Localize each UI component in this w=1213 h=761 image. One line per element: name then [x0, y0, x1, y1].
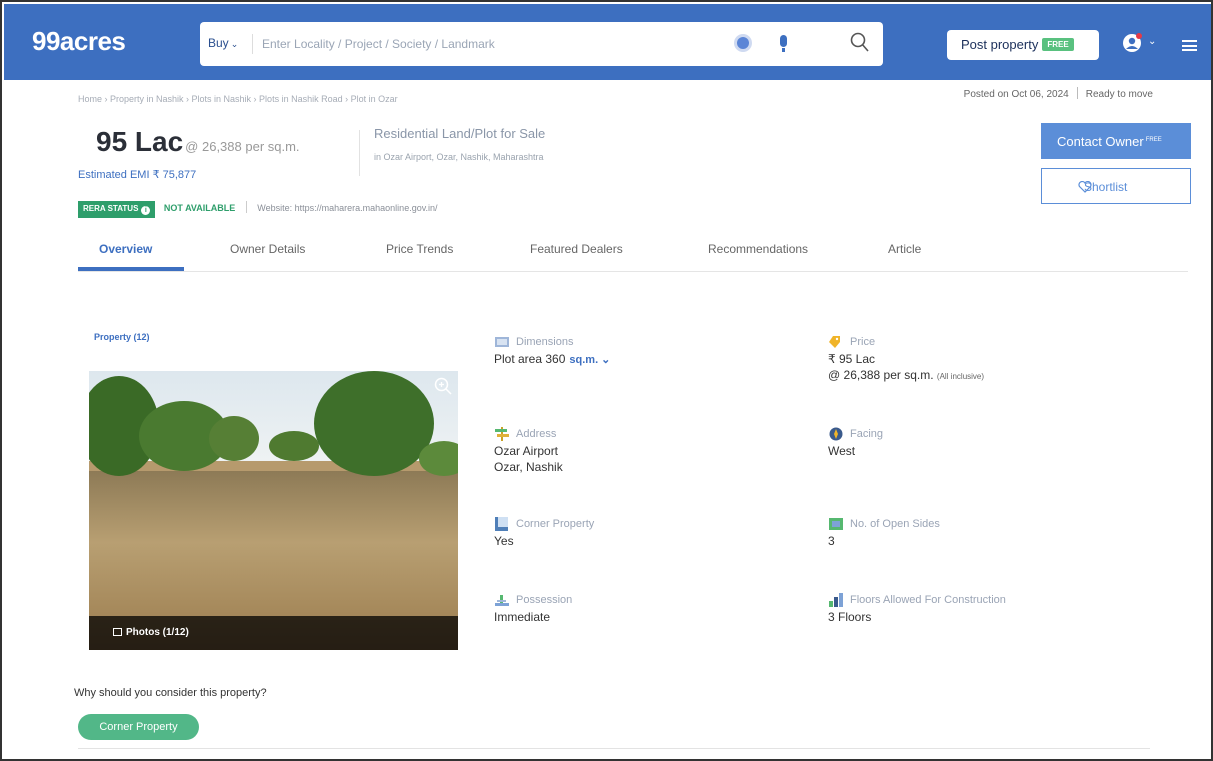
site-logo[interactable]: 99acres: [32, 26, 126, 57]
estimated-emi-link[interactable]: Estimated EMI ₹ 75,877: [78, 168, 196, 181]
tab-overview[interactable]: Overview: [99, 242, 152, 256]
address-line2: Ozar, Nashik: [494, 460, 563, 474]
corner-property-icon: [495, 517, 508, 531]
rera-status-badge[interactable]: RERA STATUS i: [78, 201, 156, 218]
buy-dropdown[interactable]: Buy ⌄: [208, 36, 238, 50]
post-property-label: Post property: [961, 37, 1039, 52]
open-sides-feature: No. of Open Sides 3: [828, 518, 940, 549]
chevron-down-icon: ⌄: [230, 39, 239, 49]
unit-selector[interactable]: sq.m. ⌄: [569, 354, 610, 366]
photos-count-button[interactable]: Photos (1/12): [113, 627, 189, 638]
user-chevron-icon[interactable]: ⌄: [1148, 36, 1156, 47]
contact-owner-button[interactable]: Contact Owner FREE: [1041, 123, 1191, 159]
gallery-icon: [113, 628, 122, 636]
possession-label: Possession: [494, 594, 572, 606]
compass-icon: [829, 427, 843, 441]
dimensions-label: Dimensions: [494, 336, 610, 348]
search-input[interactable]: [262, 35, 682, 53]
price-feature-rate: @ 26,388 per sq.m. (All inclusive): [828, 368, 985, 382]
floors-feature: Floors Allowed For Construction 3 Floors: [828, 593, 1006, 625]
open-sides-value: 3: [828, 534, 835, 548]
floors-icon: [829, 593, 843, 607]
ready-status: Ready to move: [1085, 89, 1153, 100]
corner-property-feature: Corner Property Yes: [494, 517, 594, 549]
hamburger-menu-icon[interactable]: [1182, 40, 1197, 51]
tab-recommendations[interactable]: Recommendations: [708, 242, 808, 256]
dimensions-icon: [495, 337, 509, 347]
facing-value: West: [828, 444, 856, 458]
search-bar: Buy ⌄: [200, 22, 883, 66]
posted-date: Posted on Oct 06, 2024: [963, 89, 1069, 100]
possession-value: Immediate: [494, 610, 551, 624]
price-feature-value: ₹ 95 Lac: [828, 352, 875, 366]
address-line1: Ozar Airport: [494, 444, 559, 458]
address-label: Address: [494, 427, 563, 441]
price-feature: Price ₹ 95 Lac @ 26,388 per sq.m. (All i…: [828, 336, 984, 385]
tab-price-trends[interactable]: Price Trends: [386, 242, 453, 256]
property-photo[interactable]: Photos (1/12): [89, 371, 458, 650]
corner-property-value: Yes: [494, 534, 514, 548]
search-icon[interactable]: [850, 32, 870, 54]
section-divider: [78, 748, 1150, 749]
possession-feature: Possession Immediate: [494, 594, 572, 625]
rera-divider: [245, 201, 247, 213]
dimensions-feature: Dimensions Plot area 360 sq.m. ⌄: [494, 336, 610, 368]
corner-property-label: Corner Property: [494, 517, 594, 531]
free-badge: FREE: [1042, 38, 1074, 51]
photo-tree: [269, 431, 319, 461]
title-divider: [359, 130, 360, 176]
breadcrumb[interactable]: Home › Property in Nashik › Plots in Nas…: [78, 94, 398, 104]
price-line: 95 Lac @ 26,388 per sq.m.: [96, 126, 300, 158]
open-sides-label: No. of Open Sides: [828, 518, 940, 530]
page-frame: 99acres Buy⌄ Post propertyFREE ⌄: [0, 0, 1213, 761]
info-icon: i: [141, 206, 151, 215]
property-count: Property (12): [94, 332, 150, 342]
photo-tree: [314, 371, 434, 476]
tab-article[interactable]: Article: [888, 242, 921, 256]
floors-label: Floors Allowed For Construction: [828, 593, 1006, 607]
microphone-icon[interactable]: [780, 35, 787, 52]
buy-label: Buy: [208, 36, 229, 50]
open-sides-icon: [829, 518, 843, 530]
tab-owner-details[interactable]: Owner Details: [230, 242, 305, 256]
property-location: in Ozar Airport, Ozar, Nashik, Maharasht…: [374, 152, 544, 162]
rera-website[interactable]: Website: https://maharera.mahaonline.gov…: [257, 203, 437, 213]
shortlist-button[interactable]: Shortlist: [1041, 168, 1191, 204]
posted-divider: [1076, 87, 1078, 99]
section-tabs: Overview Owner Details Price Trends Feat…: [78, 238, 1188, 272]
property-type: Residential Land/Plot for Sale: [374, 126, 546, 141]
facing-label: Facing: [828, 427, 883, 441]
price-tag-icon: [829, 336, 840, 348]
photos-count-label: Photos (1/12): [126, 627, 189, 638]
tab-featured-dealers[interactable]: Featured Dealers: [530, 242, 623, 256]
contact-free-tag: FREE: [1145, 136, 1162, 143]
user-icon[interactable]: [1122, 32, 1142, 54]
rera-row: RERA STATUS i NOT AVAILABLE Website: http…: [78, 201, 438, 218]
corner-property-chip[interactable]: Corner Property: [78, 714, 199, 740]
floors-value: 3 Floors: [828, 610, 872, 624]
location-target-icon[interactable]: [737, 37, 749, 49]
zoom-in-icon[interactable]: [433, 376, 453, 396]
possession-icon: [495, 595, 509, 606]
dimensions-value: Plot area 360 sq.m. ⌄: [494, 352, 611, 366]
signpost-icon: [495, 427, 509, 441]
rera-availability: NOT AVAILABLE: [163, 203, 236, 213]
heart-icon: [1078, 181, 1092, 193]
facing-feature: Facing West: [828, 427, 883, 459]
contact-owner-label: Contact Owner: [1057, 134, 1144, 149]
price-value: 95 Lac: [96, 126, 184, 157]
rera-status-label: RERA STATUS: [83, 204, 139, 213]
why-consider-heading: Why should you consider this property?: [74, 687, 267, 699]
active-tab-indicator: [78, 267, 184, 271]
posted-info: Posted on Oct 06, 2024 Ready to move: [964, 87, 1153, 100]
address-feature: Address Ozar Airport Ozar, Nashik: [494, 427, 563, 475]
top-header: 99acres Buy⌄ Post propertyFREE ⌄: [4, 4, 1211, 80]
post-property-button[interactable]: Post property FREE: [947, 30, 1099, 60]
price-rate: @ 26,388 per sq.m.: [185, 139, 300, 154]
photo-tree: [209, 416, 259, 461]
price-label: Price: [828, 336, 984, 348]
search-divider: [252, 34, 253, 54]
